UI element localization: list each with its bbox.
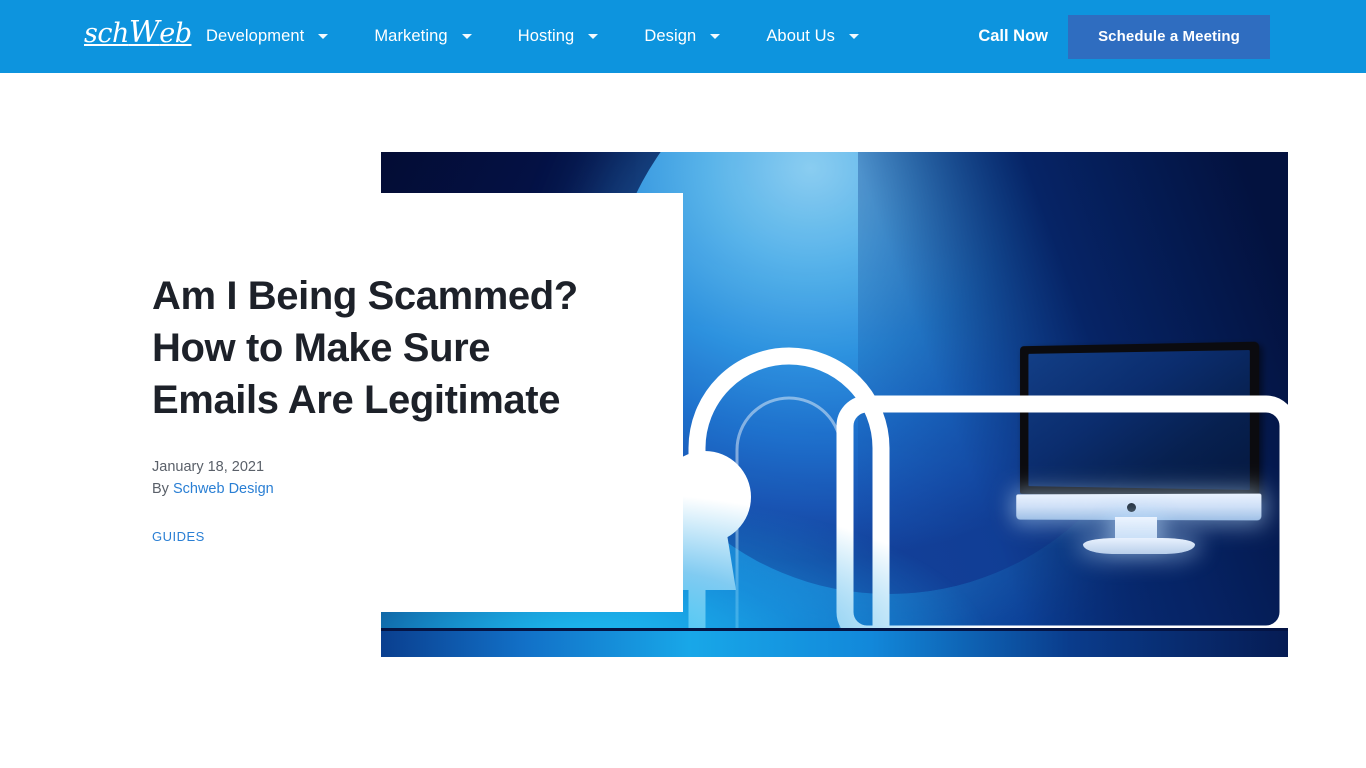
post-date: January 18, 2021 — [152, 459, 265, 475]
nav-item-about-us[interactable]: About Us — [766, 0, 873, 73]
nav-item-design[interactable]: Design — [644, 0, 734, 73]
schedule-meeting-button[interactable]: Schedule a Meeting — [1068, 14, 1270, 59]
nav-item-label: Development — [206, 27, 305, 45]
nav-item-label: Design — [644, 27, 697, 45]
hero-section: Am I Being Scammed? How to Make Sure Ema… — [0, 73, 1366, 768]
site-header: schWeb Development Marketing Hosting Des… — [0, 0, 1366, 73]
byline-prefix: By — [152, 481, 173, 497]
header-actions: Call Now Schedule a Meeting — [978, 0, 1366, 73]
chevron-down-icon — [710, 34, 721, 39]
chevron-down-icon — [848, 34, 859, 39]
page-title: Am I Being Scammed? How to Make Sure Ema… — [152, 274, 578, 422]
post-meta: January 18, 2021 By Schweb Design — [152, 456, 622, 500]
brand-logo[interactable]: schWeb — [84, 15, 192, 50]
nav-item-label: Marketing — [374, 27, 448, 45]
nav-item-label: About Us — [766, 27, 835, 45]
nav-item-label: Hosting — [517, 27, 575, 45]
primary-navigation: Development Marketing Hosting Design Abo… — [206, 0, 873, 73]
brand-logo-text: schWeb — [84, 15, 192, 50]
post-byline: By Schweb Design — [152, 478, 622, 500]
chevron-down-icon — [318, 34, 329, 39]
post-author-link[interactable]: Schweb Design — [173, 481, 274, 497]
chevron-down-icon — [588, 34, 599, 39]
hero-copy: Am I Being Scammed? How to Make Sure Ema… — [152, 270, 622, 546]
call-now-link[interactable]: Call Now — [978, 27, 1048, 46]
nav-item-hosting[interactable]: Hosting — [518, 0, 613, 73]
hero-photo-footer-strip — [381, 631, 1288, 657]
post-category-tag[interactable]: GUIDES — [152, 529, 205, 544]
chevron-down-icon — [461, 34, 472, 39]
nav-item-development[interactable]: Development — [206, 0, 342, 73]
nav-item-marketing[interactable]: Marketing — [374, 0, 485, 73]
